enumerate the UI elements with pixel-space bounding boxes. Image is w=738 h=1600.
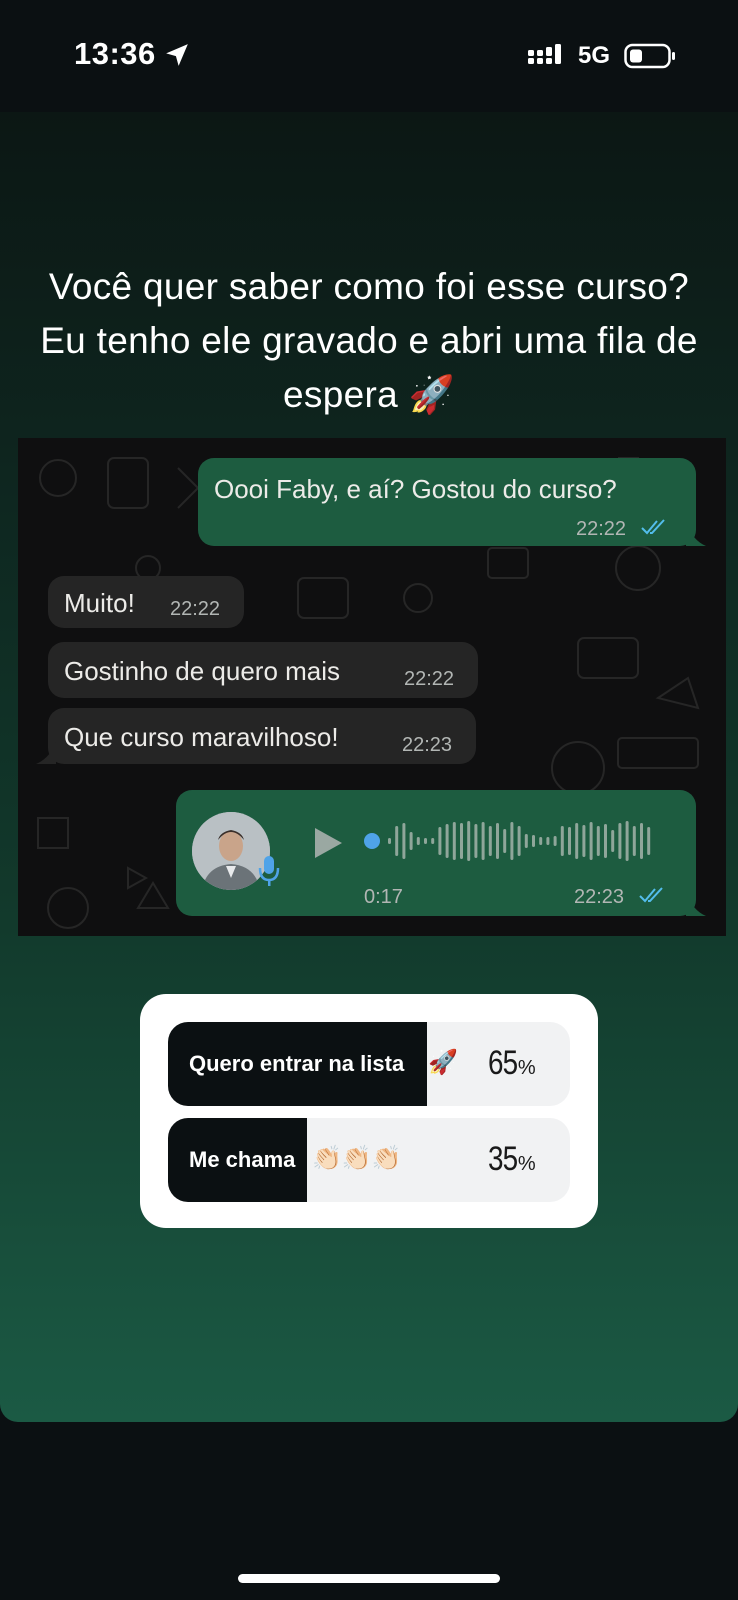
- message-text: Que curso maravilhoso!: [64, 722, 339, 752]
- waveform-bar: [524, 834, 528, 848]
- voice-duration: 0:17: [364, 886, 403, 908]
- waveform-bar: [496, 823, 499, 859]
- waveform-bar: [395, 826, 399, 856]
- waveform-bar: [488, 826, 492, 856]
- battery-icon: [624, 43, 675, 69]
- message-time: 22:23: [574, 886, 625, 908]
- network-label: 5G: [578, 42, 611, 69]
- poll-percent-value: 35: [488, 1140, 518, 1178]
- message-bubble-incoming[interactable]: Gostinho de quero mais 22:22: [48, 642, 478, 698]
- poll-option-label: Me chama: [189, 1147, 296, 1172]
- waveform-bar: [546, 837, 550, 845]
- waveform-bar: [388, 838, 391, 844]
- bubble-tail: [686, 892, 706, 916]
- voice-progress-dot[interactable]: [364, 833, 380, 849]
- poll-percent-symbol: %: [517, 1153, 536, 1175]
- message-time: 22:22: [576, 518, 627, 540]
- message-bubble-incoming[interactable]: Muito! 22:22: [48, 576, 244, 628]
- location-arrow-icon: [166, 44, 188, 66]
- poll-percent-symbol: %: [517, 1057, 536, 1079]
- waveform-bar: [409, 832, 413, 850]
- message-time: 22:22: [404, 668, 455, 690]
- waveform-bar: [416, 837, 420, 845]
- bubble-tail: [36, 742, 56, 764]
- waveform-bar: [424, 838, 427, 844]
- bubble-tail: [686, 522, 706, 546]
- waveform-bar: [532, 835, 535, 847]
- waveform-bar: [402, 823, 406, 859]
- poll-percent: 65%: [488, 1044, 542, 1083]
- message-time: 22:23: [402, 734, 453, 756]
- poll-percent-value: 65: [488, 1044, 518, 1082]
- message-time: 22:22: [170, 598, 221, 620]
- message-bubble-outgoing[interactable]: Oooi Faby, e aí? Gostou do curso? 22:22: [198, 458, 696, 546]
- waveform-bar: [503, 829, 507, 853]
- message-text: Oooi Faby, e aí? Gostou do curso?: [214, 474, 617, 504]
- waveform-bar: [474, 824, 478, 858]
- waveform-bar: [560, 826, 564, 856]
- poll-option-emoji: 👏🏻👏🏻👏🏻: [312, 1145, 402, 1172]
- waveform-bar: [431, 838, 435, 844]
- waveform-bar: [611, 830, 615, 852]
- status-time: 13:36: [74, 36, 156, 71]
- double-check-icon: [641, 519, 665, 535]
- message-text: Gostinho de quero mais: [64, 656, 341, 686]
- waveform-bar: [467, 821, 471, 861]
- waveform-bar: [445, 824, 449, 858]
- message-text: Muito!: [64, 588, 135, 618]
- waveform-bar: [452, 822, 456, 860]
- waveform-bar: [517, 826, 521, 856]
- waveform-bar: [553, 836, 557, 846]
- play-icon[interactable]: [312, 826, 344, 860]
- poll-sticker: Quero entrar na lista 🚀 65% Me chama 👏🏻👏…: [140, 994, 598, 1228]
- poll-option-label: Quero entrar na lista: [189, 1051, 405, 1076]
- poll-option-2[interactable]: Me chama 👏🏻👏🏻👏🏻 35%: [168, 1118, 570, 1202]
- voice-waveform[interactable]: [364, 818, 664, 864]
- status-bar: 13:36 5G: [0, 0, 738, 110]
- home-indicator[interactable]: [238, 1574, 500, 1583]
- waveform-bar: [589, 822, 593, 860]
- waveform-bar: [575, 823, 579, 859]
- poll-percent: 35%: [488, 1140, 542, 1179]
- waveform-bar: [438, 827, 442, 855]
- message-bubble-incoming[interactable]: Que curso maravilhoso! 22:23: [48, 708, 476, 764]
- poll-option-1[interactable]: Quero entrar na lista 🚀 65%: [168, 1022, 570, 1106]
- waveform-bar: [510, 822, 514, 860]
- waveform-bar: [640, 823, 643, 859]
- story-card: Você quer saber como foi esse curso? Eu …: [0, 112, 738, 1422]
- waveform-bar: [460, 823, 463, 859]
- signal-icon: [528, 44, 561, 64]
- waveform-bar: [632, 826, 636, 856]
- waveform-bar: [539, 837, 543, 845]
- voice-message-bubble[interactable]: 0:17 22:23: [176, 790, 696, 916]
- chat-screenshot: Oooi Faby, e aí? Gostou do curso? 22:22 …: [18, 438, 726, 936]
- waveform-bar: [582, 825, 586, 857]
- story-caption: Você quer saber como foi esse curso? Eu …: [40, 266, 698, 415]
- waveform-bar: [625, 821, 629, 861]
- poll-option-emoji: 🚀: [428, 1049, 458, 1076]
- waveform-bar: [481, 822, 485, 860]
- waveform-bar: [568, 827, 571, 855]
- waveform-bar: [647, 827, 651, 855]
- double-check-icon: [639, 887, 663, 903]
- story-screen: 13:36 5G Você quer saber como foi esse c…: [0, 0, 738, 1600]
- waveform-bar: [596, 826, 600, 856]
- mic-icon: [258, 856, 280, 886]
- waveform-bar: [604, 824, 607, 858]
- waveform-bar: [618, 823, 622, 859]
